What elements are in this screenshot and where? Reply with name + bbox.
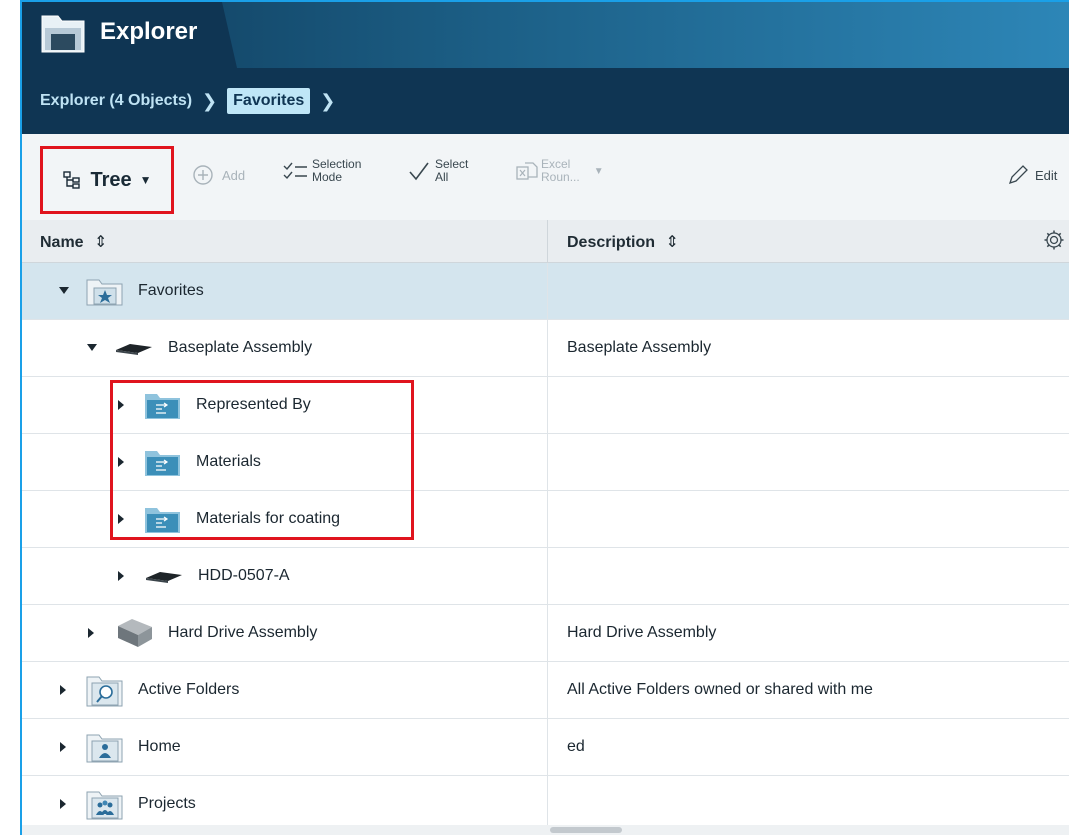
expand-down-icon[interactable] <box>56 287 72 295</box>
excel-icon <box>516 162 538 180</box>
breadcrumb-current[interactable]: Favorites <box>227 88 311 114</box>
table-row[interactable]: Home ed <box>22 719 1069 776</box>
edit-label: Edit <box>1035 167 1058 183</box>
part-icon <box>144 566 184 586</box>
tree-label: Tree <box>90 168 132 191</box>
table-row[interactable]: Baseplate Assembly Baseplate Assembly <box>22 320 1069 377</box>
tree-icon <box>63 171 81 189</box>
plus-circle-icon <box>193 165 213 185</box>
explorer-window: Explorer Explorer (4 Objects) ❯ Favorite… <box>20 0 1069 835</box>
table-row[interactable]: Hard Drive Assembly Hard Drive Assembly <box>22 605 1069 662</box>
horizontal-scrollbar[interactable] <box>22 825 1069 835</box>
tree-view-button[interactable]: Tree ▼ <box>40 146 174 214</box>
breadcrumb-root[interactable]: Explorer (4 Objects) <box>40 92 192 110</box>
scrollbar-thumb[interactable] <box>550 827 622 833</box>
expand-right-icon[interactable] <box>114 514 130 524</box>
row-description: Hard Drive Assembly <box>567 624 717 641</box>
row-name: Baseplate Assembly <box>168 339 313 356</box>
row-description: ed <box>567 738 585 755</box>
name-cell: Represented By <box>114 377 311 433</box>
table-row[interactable]: Favorites <box>22 263 1069 320</box>
table-row[interactable]: Materials for coating <box>22 491 1069 548</box>
tree-grid: Favorites Baseplate Assembly Baseplate A… <box>22 263 1069 833</box>
app-title: Explorer <box>100 18 198 45</box>
relationship-folder-icon <box>144 504 182 534</box>
name-cell: Materials for coating <box>114 491 340 547</box>
selection-mode-line2: Mode <box>312 170 343 184</box>
excel-line2: Roun... <box>541 170 580 184</box>
row-name: Represented By <box>196 396 311 413</box>
add-label: Add <box>222 167 246 183</box>
toolbar: Tree ▼ Add Selection Mode Select All Exc… <box>22 134 1069 221</box>
chevron-right-icon: ❯ <box>202 90 218 111</box>
favorites-folder-icon <box>86 276 124 306</box>
row-name: Materials <box>196 453 261 470</box>
select-all-line2: All <box>435 170 449 184</box>
expand-right-icon[interactable] <box>114 400 130 410</box>
column-header-description[interactable]: Description ⇕ <box>567 232 679 252</box>
name-cell: Favorites <box>56 263 204 319</box>
pencil-icon <box>1008 165 1028 185</box>
explorer-folder-icon <box>41 15 85 53</box>
row-name: Hard Drive Assembly <box>168 624 318 641</box>
name-cell: Active Folders <box>56 662 239 718</box>
row-name: Home <box>138 738 181 755</box>
name-cell: Home <box>56 719 181 775</box>
edit-button[interactable]: Edit <box>1007 164 1057 186</box>
table-row[interactable]: Materials <box>22 434 1069 491</box>
selection-mode-button[interactable]: Selection Mode <box>282 158 361 184</box>
caret-down-icon: ▼ <box>593 165 604 177</box>
column-name-label: Name <box>40 234 84 251</box>
checkmark-icon <box>409 162 429 181</box>
hard-drive-icon <box>114 616 154 650</box>
column-description-label: Description <box>567 234 656 251</box>
expand-right-icon[interactable] <box>114 457 130 467</box>
column-divider[interactable] <box>547 220 548 262</box>
checklist-icon <box>283 162 307 180</box>
excel-round-trip-button[interactable]: Excel Roun... ▼ <box>515 158 604 184</box>
gear-icon[interactable] <box>1043 229 1065 251</box>
chevron-right-icon[interactable]: ❯ <box>320 91 335 112</box>
row-name: Materials for coating <box>196 510 341 527</box>
expand-right-icon[interactable] <box>56 685 72 695</box>
row-description: Baseplate Assembly <box>567 339 712 356</box>
name-cell: Hard Drive Assembly <box>84 605 317 661</box>
row-name: Projects <box>138 795 196 812</box>
row-name: Favorites <box>138 282 204 299</box>
row-name: Active Folders <box>138 681 240 698</box>
part-icon <box>114 338 154 358</box>
table-row[interactable]: HDD-0507-A <box>22 548 1069 605</box>
name-cell: Projects <box>56 776 196 832</box>
column-header-name[interactable]: Name ⇕ <box>40 232 107 252</box>
add-button[interactable]: Add <box>192 164 245 186</box>
projects-folder-icon <box>86 788 124 820</box>
select-all-button[interactable]: Select All <box>407 158 468 184</box>
relationship-folder-icon <box>144 390 182 420</box>
caret-down-icon: ▼ <box>139 173 152 187</box>
expand-right-icon[interactable] <box>114 571 130 581</box>
home-folder-icon <box>86 731 124 763</box>
search-folder-icon <box>86 673 124 707</box>
expand-right-icon[interactable] <box>56 742 72 752</box>
sort-icon: ⇕ <box>94 234 108 251</box>
sort-icon: ⇕ <box>665 234 679 251</box>
expand-right-icon[interactable] <box>84 628 100 638</box>
row-name: HDD-0507-A <box>198 567 290 584</box>
name-cell: HDD-0507-A <box>114 548 290 604</box>
table-row[interactable]: Active Folders All Active Folders owned … <box>22 662 1069 719</box>
breadcrumb: Explorer (4 Objects) ❯ Favorites ❯ <box>22 68 1069 134</box>
relationship-folder-icon <box>144 447 182 477</box>
expand-right-icon[interactable] <box>56 799 72 809</box>
title-bar: Explorer <box>22 2 1069 68</box>
name-cell: Materials <box>114 434 261 490</box>
name-cell: Baseplate Assembly <box>84 320 312 376</box>
row-description: All Active Folders owned or shared with … <box>567 681 873 698</box>
grid-header: Name ⇕ Description ⇕ <box>22 220 1069 263</box>
table-row[interactable]: Represented By <box>22 377 1069 434</box>
expand-down-icon[interactable] <box>84 344 100 352</box>
